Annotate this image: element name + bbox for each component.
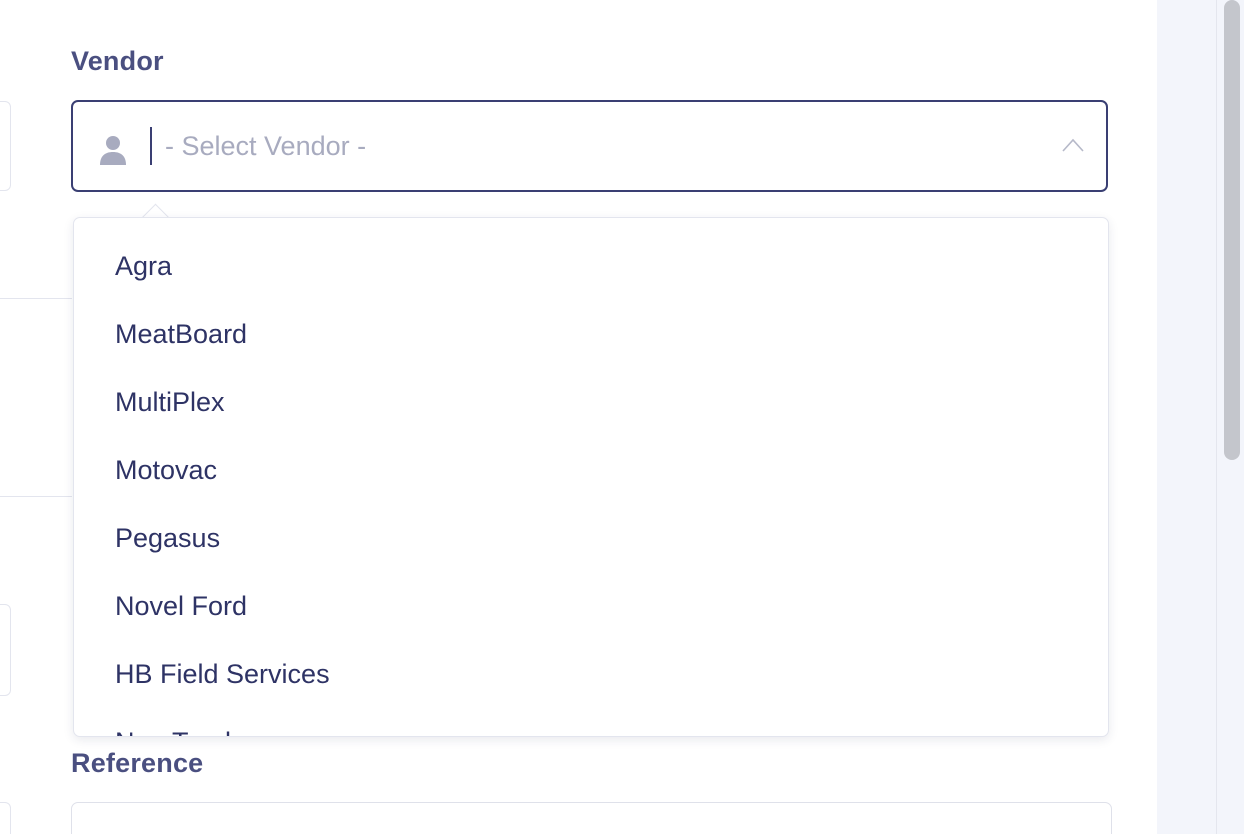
user-icon <box>100 136 126 165</box>
left-field-box[interactable] <box>0 802 11 834</box>
vendor-option[interactable]: HB Field Services <box>74 640 1108 708</box>
scrollbar-track[interactable] <box>1216 0 1217 834</box>
left-field-box[interactable] <box>0 101 11 191</box>
vendor-select[interactable] <box>71 100 1108 192</box>
vendor-option[interactable]: Motovac <box>74 436 1108 504</box>
vendor-option-list: Agra MeatBoard MultiPlex Motovac Pegasus… <box>74 218 1108 736</box>
vendor-dropdown: Agra MeatBoard MultiPlex Motovac Pegasus… <box>73 217 1109 737</box>
vendor-option[interactable]: MeatBoard <box>74 300 1108 368</box>
left-divider <box>0 298 72 299</box>
vendor-option[interactable]: Agra <box>74 232 1108 300</box>
text-cursor <box>150 127 152 165</box>
left-divider <box>0 496 72 497</box>
vendor-label: Vendor <box>71 46 164 76</box>
left-field-box[interactable] <box>0 604 11 696</box>
reference-input[interactable] <box>71 802 1112 834</box>
scrollbar-thumb[interactable] <box>1224 0 1240 460</box>
page: Vendor Agra MeatBoard MultiPlex Motovac … <box>0 0 1244 834</box>
reference-label: Reference <box>71 748 204 778</box>
vendor-option[interactable]: MultiPlex <box>74 368 1108 436</box>
vendor-search-input[interactable] <box>153 122 1045 170</box>
vendor-option[interactable]: Novel Ford <box>74 572 1108 640</box>
vendor-option[interactable]: Pegasus <box>74 504 1108 572</box>
chevron-up-icon[interactable] <box>1062 138 1084 152</box>
vendor-option[interactable]: NomTrack <box>74 708 1108 736</box>
